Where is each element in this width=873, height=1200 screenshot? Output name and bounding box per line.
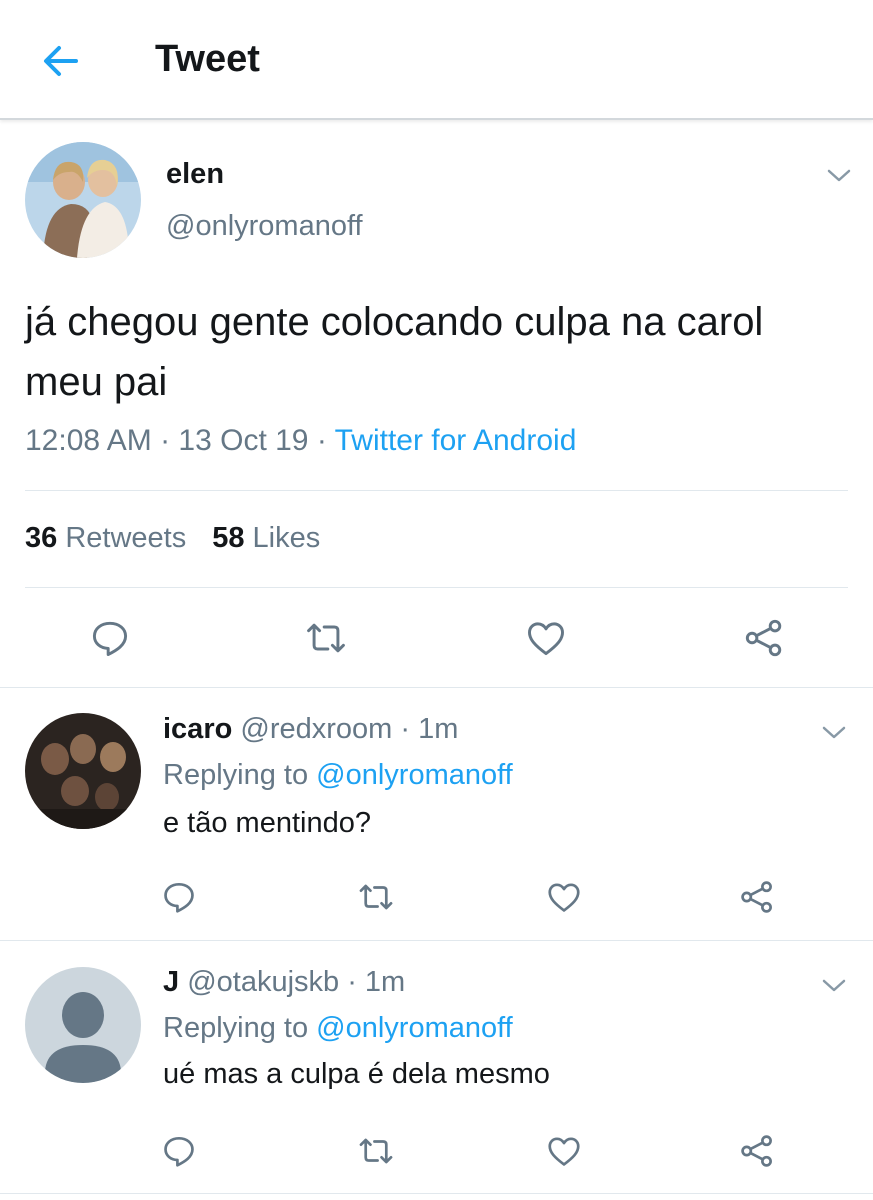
author-handle[interactable]: @onlyromanoff [166, 210, 363, 243]
retweet-button[interactable] [357, 1132, 395, 1170]
share-button[interactable] [742, 616, 786, 660]
reply-icon [164, 882, 194, 913]
share-icon [741, 881, 772, 913]
reply-button[interactable] [160, 1132, 198, 1170]
chevron-down-icon [827, 169, 851, 182]
heart-icon [548, 883, 580, 912]
reply-text: ué mas a culpa é dela mesmo [163, 1058, 550, 1090]
author-name[interactable]: elen [166, 158, 224, 191]
share-icon [745, 619, 782, 657]
likes-label: Likes [252, 522, 321, 554]
retweets-stat[interactable]: 36 Retweets [25, 522, 186, 554]
retweet-icon [307, 623, 345, 653]
reply-tweet[interactable]: J @otakujskb · 1m Replying to @onlyroman… [0, 942, 873, 1194]
reply-handle-time: @redxroom · 1m [240, 713, 459, 745]
heart-icon [528, 622, 564, 656]
reply-button[interactable] [160, 878, 198, 916]
arrow-left-icon [44, 46, 78, 76]
mention-link[interactable]: @onlyromanoff [316, 1012, 513, 1044]
like-button[interactable] [545, 1132, 583, 1170]
likes-stat[interactable]: 58 Likes [212, 522, 320, 554]
avatar[interactable] [25, 713, 141, 829]
tweet-menu-button[interactable] [821, 978, 847, 994]
reply-handle-time: @otakujskb · 1m [187, 966, 406, 998]
page-title: Tweet [155, 38, 260, 80]
reply-tweet[interactable]: icaro @redxroom · 1m Replying to @onlyro… [0, 689, 873, 941]
divider [25, 490, 848, 491]
back-button[interactable] [40, 40, 82, 82]
tweet-menu-button[interactable] [821, 725, 847, 741]
retweet-icon [359, 884, 393, 910]
reply-author-name[interactable]: J [163, 966, 179, 998]
like-button[interactable] [524, 616, 568, 660]
reply-icon [164, 1136, 194, 1167]
chevron-down-icon [822, 726, 846, 739]
retweet-button[interactable] [304, 616, 348, 660]
top-bar: Tweet [0, 0, 873, 120]
tweet-menu-button[interactable] [826, 168, 852, 184]
reply-icon [92, 621, 128, 656]
like-button[interactable] [545, 878, 583, 916]
divider [25, 587, 848, 588]
default-avatar-icon [25, 967, 141, 1083]
reply-button[interactable] [88, 616, 132, 660]
avatar[interactable] [25, 142, 141, 258]
reply-header: icaro @redxroom · 1m [163, 713, 458, 746]
tweet-source[interactable]: Twitter for Android [335, 424, 577, 457]
replying-to: Replying to @onlyromanoff [163, 759, 513, 792]
replying-prefix: Replying to [163, 1012, 317, 1044]
chevron-down-icon [822, 979, 846, 992]
retweet-button[interactable] [357, 878, 395, 916]
reply-text: e tão mentindo? [163, 807, 371, 839]
tweet-timestamp[interactable]: 12:08 AM · 13 Oct 19 · [25, 424, 335, 457]
share-button[interactable] [738, 878, 776, 916]
avatar[interactable] [25, 967, 141, 1083]
reply-header: J @otakujskb · 1m [163, 966, 405, 999]
tweet-text: já chegou gente colocando culpa na carol… [25, 300, 764, 404]
retweets-count: 36 [25, 522, 58, 554]
replying-to: Replying to @onlyromanoff [163, 1012, 513, 1045]
share-button[interactable] [738, 1132, 776, 1170]
likes-count: 58 [212, 522, 245, 554]
reply-author-name[interactable]: icaro [163, 713, 232, 745]
retweets-label: Retweets [65, 522, 187, 554]
retweet-icon [359, 1138, 393, 1164]
tweet-meta: 12:08 AM · 13 Oct 19 · Twitter for Andro… [25, 424, 576, 458]
share-icon [741, 1135, 772, 1167]
replying-prefix: Replying to [163, 759, 317, 791]
tweet-stats: 36 Retweets 58 Likes [25, 522, 320, 555]
main-tweet: elen @onlyromanoff já chegou gente coloc… [0, 122, 873, 688]
heart-icon [548, 1137, 580, 1166]
mention-link[interactable]: @onlyromanoff [316, 759, 513, 791]
